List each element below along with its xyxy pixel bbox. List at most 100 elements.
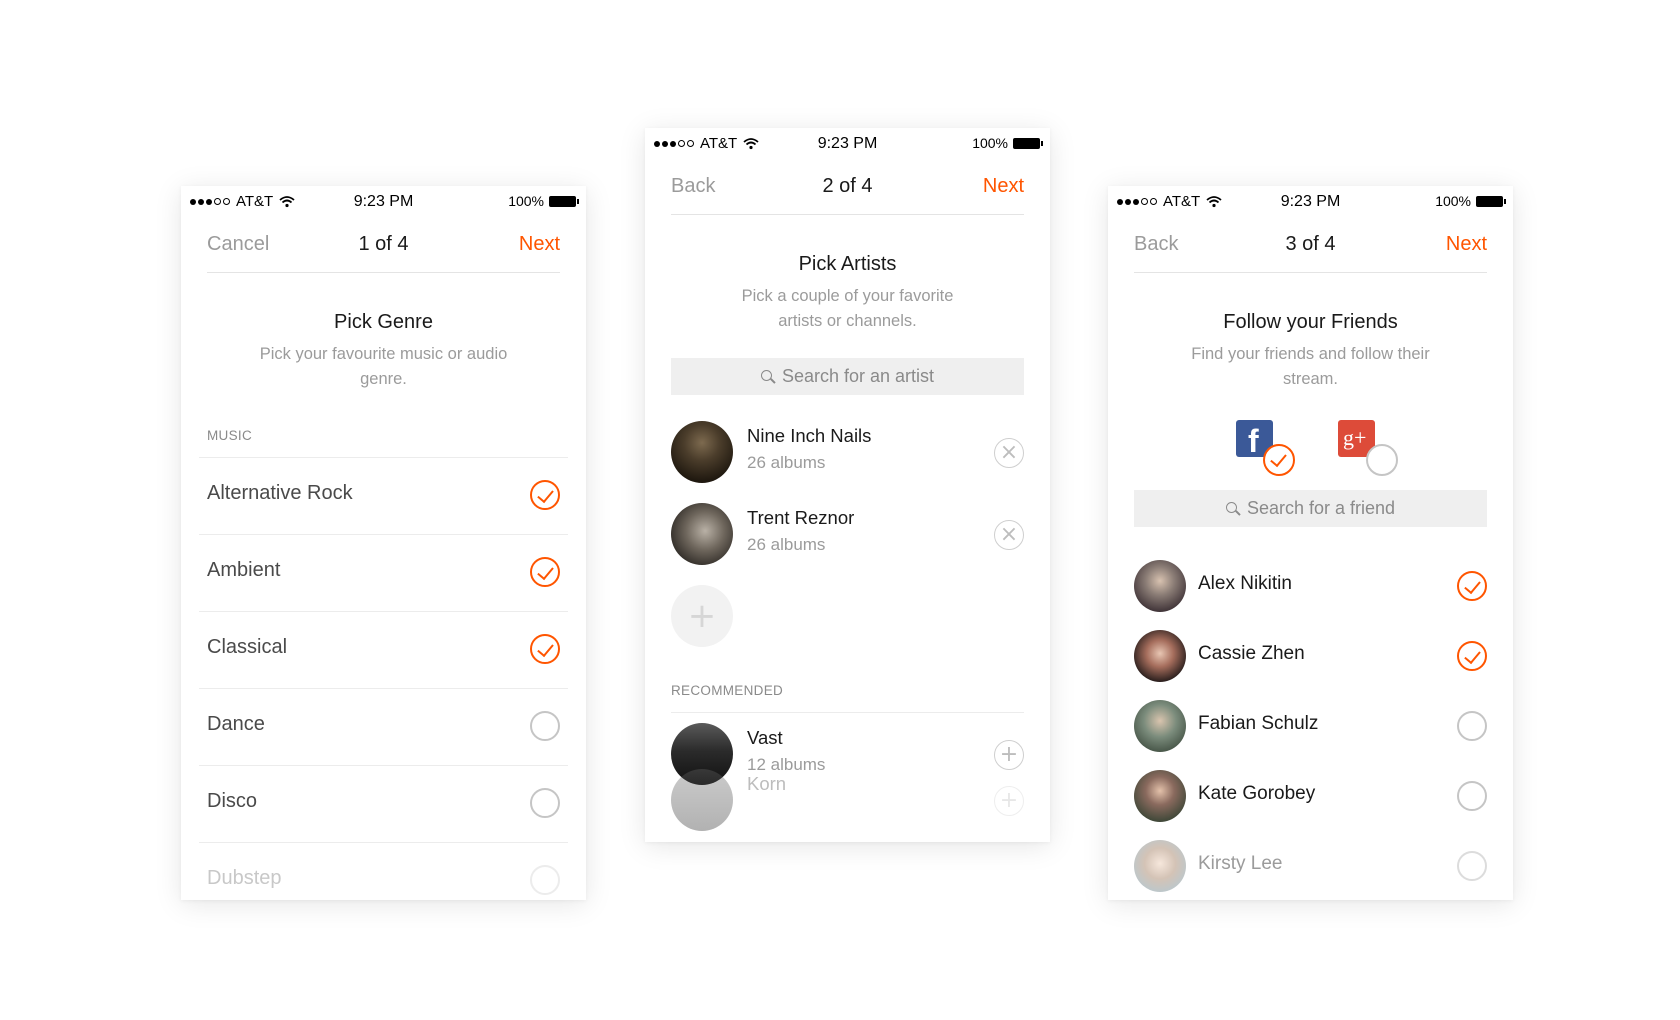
page-title: Follow your Friends bbox=[1223, 311, 1398, 333]
friend-name: Kirsty Lee bbox=[1198, 853, 1283, 874]
genre-row-classical[interactable]: Classical bbox=[199, 612, 568, 689]
next-button[interactable]: Next bbox=[1446, 233, 1487, 256]
next-button[interactable]: Next bbox=[519, 233, 560, 256]
friend-row[interactable]: Kirsty Lee bbox=[1134, 831, 1487, 900]
social-connect: f g+ bbox=[1108, 420, 1513, 490]
genre-label: Ambient bbox=[207, 559, 281, 581]
next-button[interactable]: Next bbox=[983, 175, 1024, 198]
status-bar: AT&T 9:23 PM 100% bbox=[645, 128, 1050, 162]
artist-avatar bbox=[671, 421, 733, 483]
step-indicator: 2 of 4 bbox=[822, 175, 873, 197]
empty-circle-icon[interactable] bbox=[1457, 711, 1487, 741]
empty-circle-icon[interactable] bbox=[530, 865, 560, 895]
screen-follow-friends: AT&T 9:23 PM 100% Back 3 of 4 Next Follo… bbox=[1108, 186, 1513, 900]
empty-circle-icon[interactable] bbox=[1457, 781, 1487, 811]
add-artist-button[interactable]: + bbox=[671, 585, 733, 647]
check-icon[interactable] bbox=[1457, 571, 1487, 601]
add-icon: + bbox=[999, 788, 1019, 813]
page-subtitle: Pick your favourite music or audio genre… bbox=[259, 345, 508, 388]
add-icon: + bbox=[687, 596, 717, 636]
empty-circle-icon[interactable] bbox=[530, 711, 560, 741]
nav-bar: Cancel 1 of 4 Next bbox=[207, 220, 560, 273]
status-bar: AT&T 9:23 PM 100% bbox=[181, 186, 586, 220]
friend-name: Alex Nikitin bbox=[1198, 573, 1292, 594]
section-label-recommended: RECOMMENDED bbox=[671, 683, 1024, 713]
facebook-icon: f bbox=[1248, 423, 1259, 459]
back-button[interactable]: Back bbox=[1134, 233, 1178, 256]
selected-artist-row: Trent Reznor 26 albums × bbox=[671, 493, 1024, 575]
page-title: Pick Artists bbox=[798, 253, 897, 275]
battery-icon bbox=[1013, 137, 1043, 149]
genre-row-dubstep[interactable]: Dubstep bbox=[199, 843, 568, 900]
google-plus-icon: g+ bbox=[1343, 425, 1367, 450]
genre-row-dance[interactable]: Dance bbox=[199, 689, 568, 766]
avatar bbox=[1134, 560, 1186, 612]
artist-album-count: 26 albums bbox=[747, 453, 826, 472]
remove-artist-button[interactable]: × bbox=[994, 520, 1024, 550]
empty-circle-icon[interactable] bbox=[1457, 851, 1487, 881]
page-title: Pick Genre bbox=[334, 311, 433, 333]
section-label-music: MUSIC bbox=[207, 428, 252, 443]
battery-percent: 100% bbox=[508, 193, 544, 209]
artist-name: Vast bbox=[747, 727, 783, 748]
search-icon bbox=[1225, 502, 1239, 515]
genre-label: Alternative Rock bbox=[207, 482, 353, 504]
search-placeholder: Search for an artist bbox=[781, 366, 935, 386]
search-friend-input[interactable]: Search for a friend bbox=[1134, 490, 1487, 527]
search-placeholder: Search for a friend bbox=[1246, 498, 1396, 518]
back-button[interactable]: Back bbox=[671, 175, 715, 198]
battery-percent: 100% bbox=[972, 135, 1008, 151]
cancel-button[interactable]: Cancel bbox=[207, 233, 269, 256]
remove-icon: × bbox=[999, 522, 1019, 547]
genre-label: Classical bbox=[207, 636, 288, 658]
avatar bbox=[1134, 840, 1186, 892]
genre-label: Dance bbox=[207, 713, 265, 735]
artist-album-count: 26 albums bbox=[747, 535, 826, 554]
artist-avatar bbox=[671, 769, 733, 831]
screen-pick-genre: AT&T 9:23 PM 100% Cancel 1 of 4 Next Pic… bbox=[181, 186, 586, 900]
status-bar: AT&T 9:23 PM 100% bbox=[1108, 186, 1513, 220]
avatar bbox=[1134, 700, 1186, 752]
friend-row[interactable]: Fabian Schulz bbox=[1134, 691, 1487, 761]
selected-artist-row: Nine Inch Nails 26 albums × bbox=[671, 411, 1024, 493]
remove-artist-button[interactable]: × bbox=[994, 438, 1024, 468]
remove-icon: × bbox=[999, 440, 1019, 465]
genre-row-alternative-rock[interactable]: Alternative Rock bbox=[199, 458, 568, 535]
check-icon[interactable] bbox=[530, 557, 560, 587]
search-icon bbox=[760, 370, 774, 383]
genre-row-ambient[interactable]: Ambient bbox=[199, 535, 568, 612]
genre-label: Disco bbox=[207, 790, 258, 812]
screen-pick-artists: AT&T 9:23 PM 100% Back 2 of 4 Next Pick … bbox=[645, 128, 1050, 842]
friend-name: Cassie Zhen bbox=[1198, 643, 1305, 664]
page-subtitle: Find your friends and follow their strea… bbox=[1191, 345, 1430, 388]
battery-icon bbox=[1476, 195, 1506, 207]
avatar bbox=[1134, 770, 1186, 822]
battery-icon bbox=[549, 195, 579, 207]
artist-avatar bbox=[671, 503, 733, 565]
genre-row-disco[interactable]: Disco bbox=[199, 766, 568, 843]
empty-circle-icon bbox=[1366, 444, 1398, 476]
add-artist-button[interactable]: + bbox=[994, 786, 1024, 816]
avatar bbox=[1134, 630, 1186, 682]
friend-row[interactable]: Kate Gorobey bbox=[1134, 761, 1487, 831]
nav-bar: Back 3 of 4 Next bbox=[1134, 220, 1487, 273]
friend-row[interactable]: Alex Nikitin bbox=[1134, 551, 1487, 621]
check-icon[interactable] bbox=[530, 634, 560, 664]
recommended-artist-row: Korn + bbox=[671, 759, 1024, 841]
friend-name: Fabian Schulz bbox=[1198, 713, 1319, 734]
artist-name: Korn bbox=[747, 773, 787, 794]
artist-name: Nine Inch Nails bbox=[747, 425, 872, 446]
page-subtitle: Pick a couple of your favorite artists o… bbox=[741, 287, 954, 330]
genre-label: Dubstep bbox=[207, 867, 282, 889]
empty-circle-icon[interactable] bbox=[530, 788, 560, 818]
artist-name: Trent Reznor bbox=[747, 507, 855, 528]
genre-list: Alternative Rock Ambient Classical Dance… bbox=[199, 457, 568, 900]
check-icon bbox=[1263, 444, 1295, 476]
friend-row[interactable]: Cassie Zhen bbox=[1134, 621, 1487, 691]
check-icon[interactable] bbox=[1457, 641, 1487, 671]
battery-percent: 100% bbox=[1435, 193, 1471, 209]
search-artist-input[interactable]: Search for an artist bbox=[671, 358, 1024, 395]
nav-bar: Back 2 of 4 Next bbox=[671, 162, 1024, 215]
check-icon[interactable] bbox=[530, 480, 560, 510]
friend-name: Kate Gorobey bbox=[1198, 783, 1316, 804]
